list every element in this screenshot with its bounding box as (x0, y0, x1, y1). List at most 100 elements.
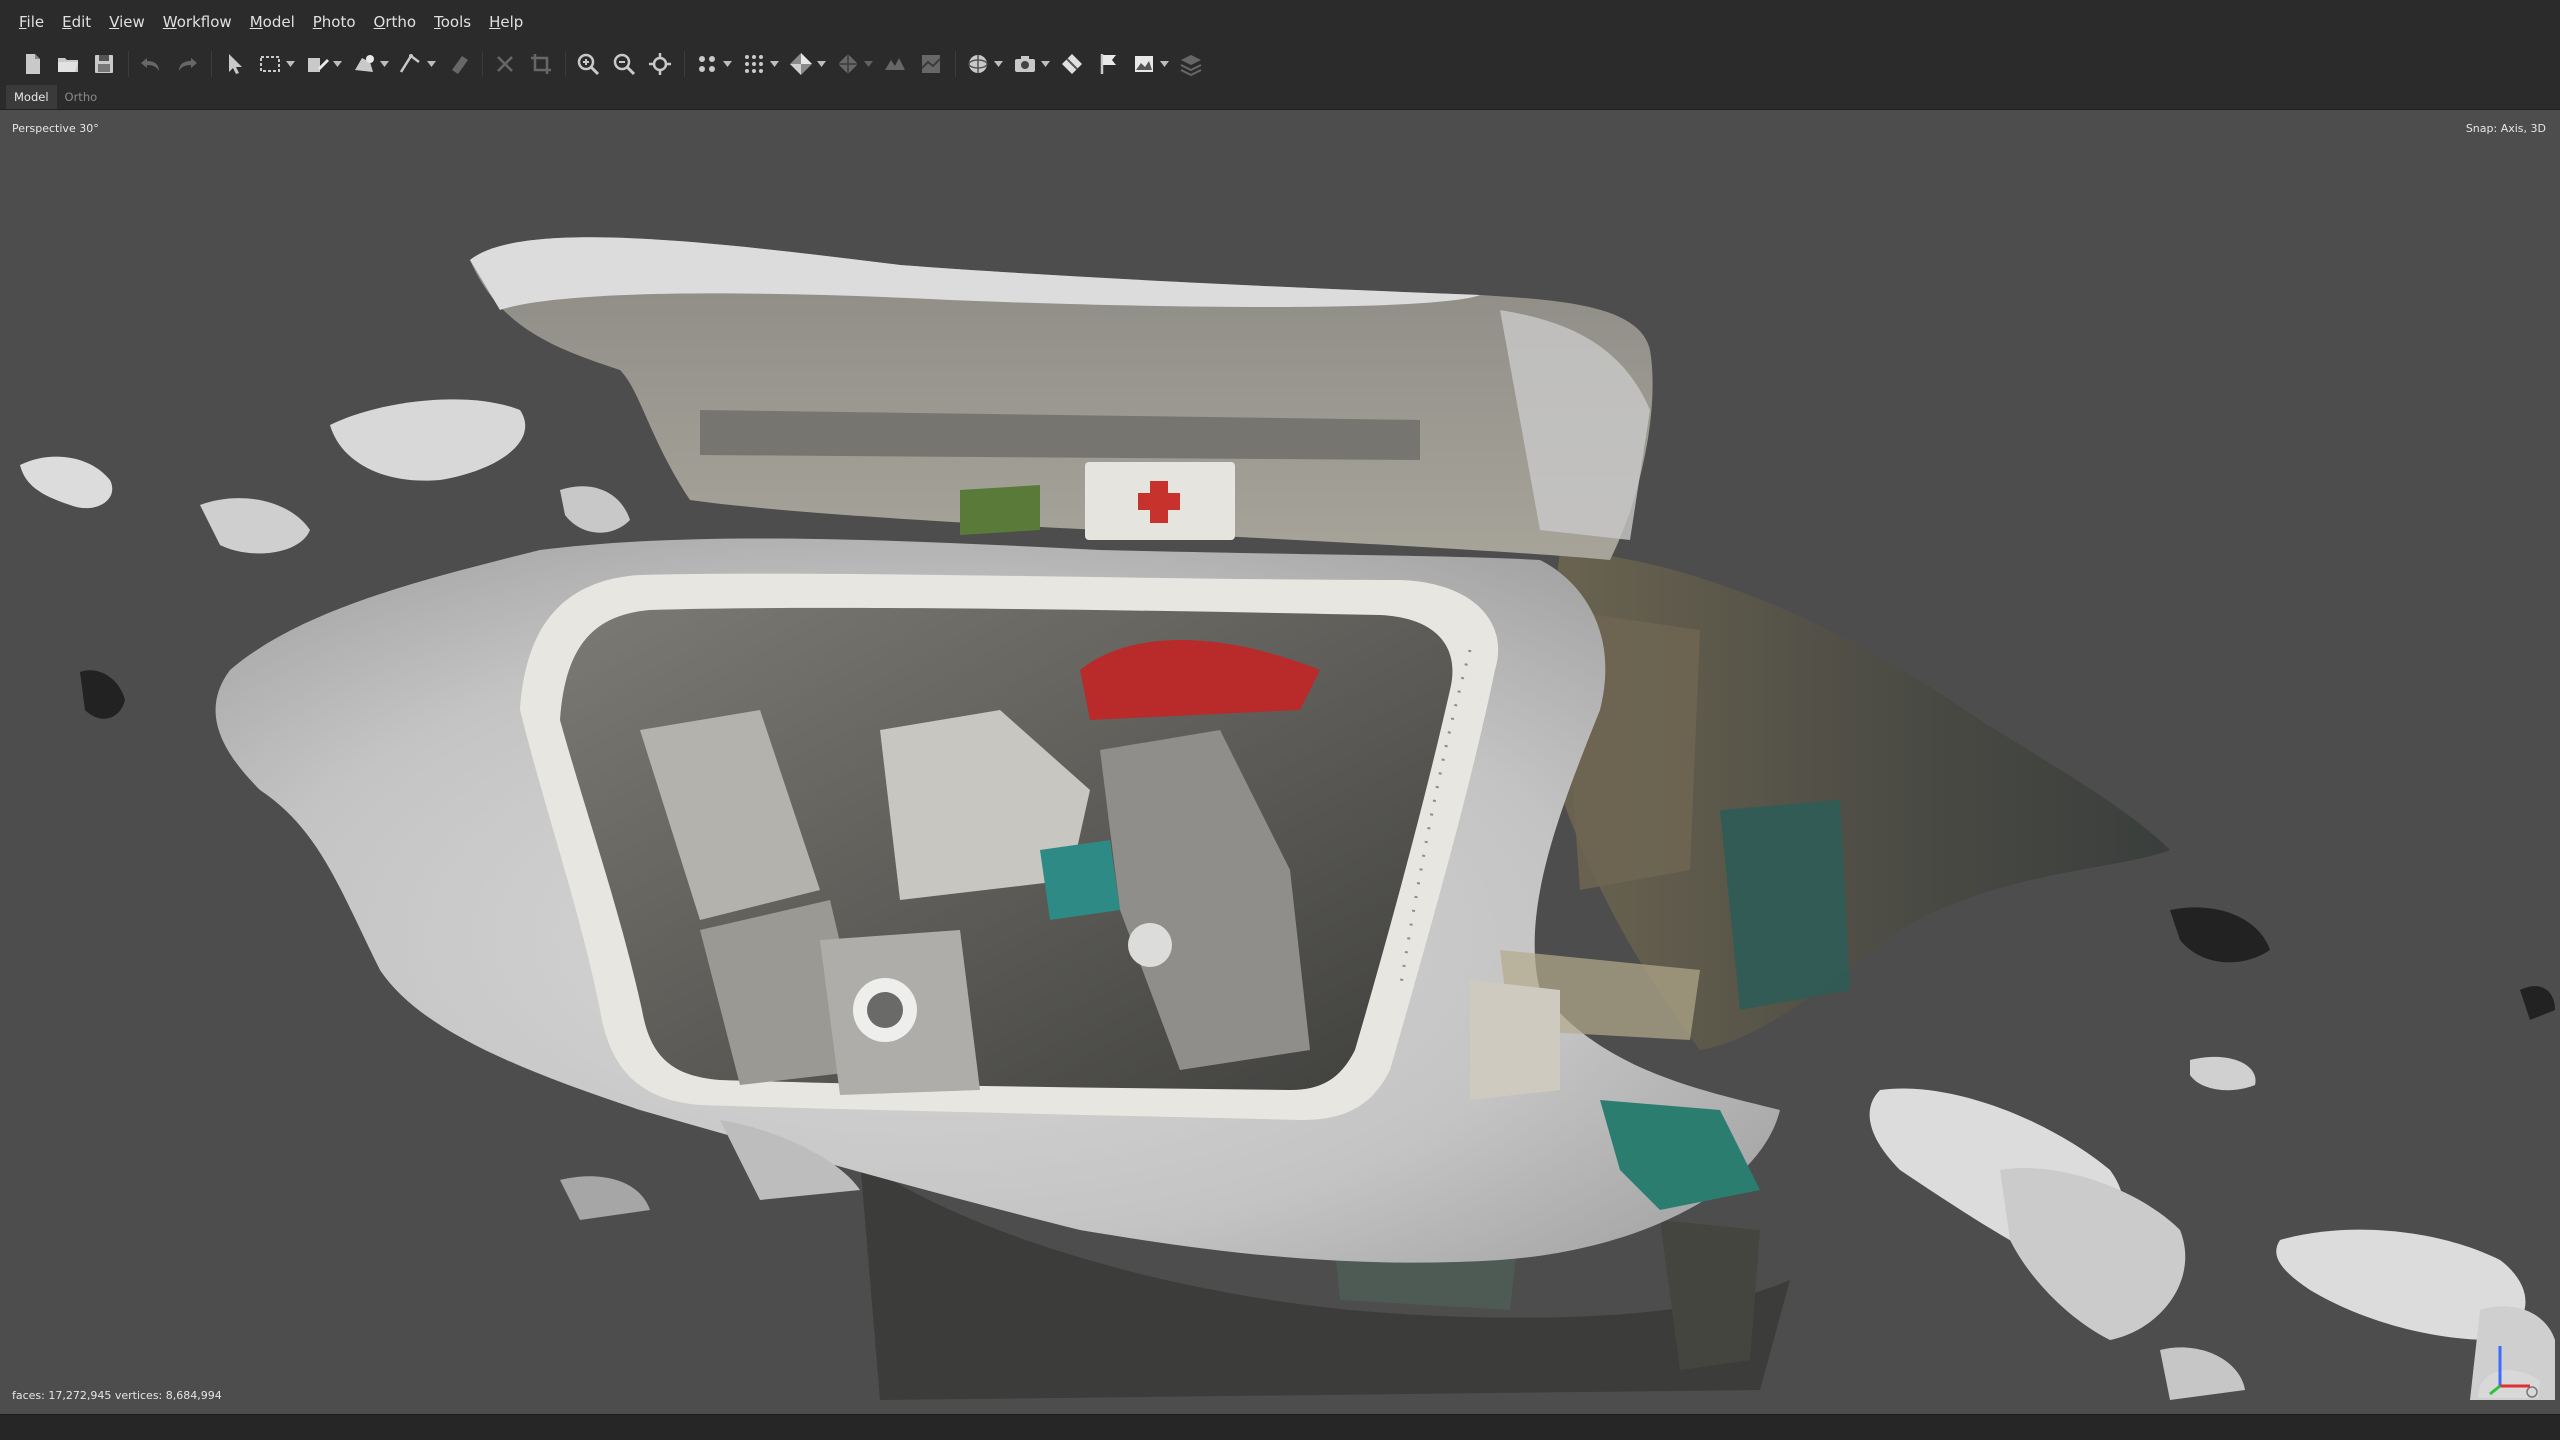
axis-gizmo-icon[interactable] (2460, 1326, 2550, 1406)
chevron-down-icon[interactable] (994, 61, 1003, 67)
menu-label: orkflow (176, 13, 232, 31)
menu-label: odel (262, 13, 295, 31)
markers-flag-button[interactable] (1094, 48, 1122, 80)
save-button[interactable] (90, 48, 118, 80)
dem-icon (885, 58, 905, 70)
model-shaded-icon (790, 53, 812, 75)
layers-icon (1180, 55, 1202, 77)
region-sphere-icon (968, 55, 988, 73)
menu-label: iew (119, 13, 145, 31)
open-folder-button[interactable] (54, 48, 82, 80)
chevron-down-icon[interactable] (427, 61, 436, 67)
camera-button[interactable] (1011, 48, 1050, 80)
tiled-model-button[interactable] (834, 48, 873, 80)
crop-selection-button[interactable] (527, 48, 555, 80)
model-viewport[interactable]: Perspective 30° Snap: Axis, 3D faces: 17… (0, 110, 2560, 1414)
menu-accelerator: T (434, 13, 441, 31)
menu-view[interactable]: View (100, 0, 154, 44)
region-shapes-icon (355, 55, 374, 72)
ruler-icon (399, 54, 420, 73)
chevron-down-icon[interactable] (864, 61, 873, 67)
chevron-down-icon[interactable] (380, 61, 389, 67)
tab-ortho[interactable]: Ortho (57, 85, 106, 109)
mesh-render[interactable] (0, 110, 2560, 1414)
chevron-down-icon[interactable] (817, 61, 826, 67)
save-icon (95, 55, 113, 73)
menu-label: elp (500, 13, 524, 31)
new-document-button[interactable] (18, 48, 46, 80)
menu-file[interactable]: File (10, 0, 53, 44)
menu-help[interactable]: Help (480, 0, 532, 44)
menu-label: dit (71, 13, 92, 31)
dem-button[interactable] (881, 48, 909, 80)
rectangle-selection-icon (260, 56, 280, 72)
open-folder-icon (58, 58, 78, 72)
view-tabs: Model Ortho (0, 84, 2560, 110)
delete-selection-icon (497, 56, 513, 72)
shapes-button[interactable] (1058, 48, 1086, 80)
toolbar-separator (565, 51, 566, 77)
reset-view-icon (649, 53, 671, 75)
chevron-down-icon[interactable] (770, 61, 779, 67)
menu-model[interactable]: Model (241, 0, 304, 44)
orthomosaic-button[interactable] (917, 48, 945, 80)
delete-selection-button[interactable] (491, 48, 519, 80)
redo-icon (179, 58, 197, 71)
rectangle-selection-button[interactable] (256, 48, 295, 80)
draw-polygon-button[interactable] (303, 48, 342, 80)
menu-accelerator: P (312, 13, 322, 31)
menu-label: hoto (321, 13, 356, 31)
region-sphere-button[interactable] (964, 48, 1003, 80)
reset-view-button[interactable] (646, 48, 674, 80)
chevron-down-icon[interactable] (1041, 61, 1050, 67)
toolbar-separator (211, 51, 212, 77)
menu-accelerator: V (109, 13, 120, 31)
layers-button[interactable] (1177, 48, 1205, 80)
image-toggle-button[interactable] (1130, 48, 1169, 80)
chevron-down-icon[interactable] (333, 61, 342, 67)
menu-tools[interactable]: Tools (425, 0, 480, 44)
undo-button[interactable] (137, 48, 165, 80)
menu-edit[interactable]: Edit (53, 0, 100, 44)
dense-cloud-icon (745, 55, 763, 73)
undo-icon (141, 58, 159, 71)
projection-label: Perspective 30° (12, 122, 99, 135)
ruler-button[interactable] (397, 48, 436, 80)
menu-photo[interactable]: Photo (304, 0, 365, 44)
canopy-mesh (470, 237, 1653, 560)
app-window: File Edit View Workflow Model Photo Ortho Tools… (0, 0, 2560, 1440)
menu-accelerator: F (19, 13, 27, 31)
model-stats-label: faces: 17,272,945 vertices: 8,684,994 (12, 1389, 222, 1402)
camera-icon (1015, 56, 1035, 72)
navigation-cursor-icon (229, 54, 242, 74)
toolbar-separator (128, 51, 129, 77)
navigation-cursor-button[interactable] (220, 48, 248, 80)
orthomosaic-icon (921, 55, 941, 73)
menu-workflow[interactable]: Workflow (154, 0, 241, 44)
zoom-in-button[interactable] (574, 48, 602, 80)
fuselage-mesh (215, 538, 1781, 1263)
menu-label: rtho (385, 13, 417, 31)
zoom-out-button[interactable] (610, 48, 638, 80)
region-shapes-button[interactable] (350, 48, 389, 80)
snap-mode-label: Snap: Axis, 3D (2465, 122, 2546, 135)
menu-label: ools (440, 13, 472, 31)
menu-accelerator: M (249, 13, 263, 31)
draw-polygon-icon (308, 58, 329, 72)
chevron-down-icon[interactable] (1160, 61, 1169, 67)
zoom-out-icon (613, 53, 636, 76)
chevron-down-icon[interactable] (286, 61, 295, 67)
menu-ortho[interactable]: Ortho (365, 0, 426, 44)
toolbar-separator (482, 51, 483, 77)
point-cloud-button[interactable] (693, 48, 732, 80)
tab-model[interactable]: Model (6, 85, 57, 109)
redo-button[interactable] (173, 48, 201, 80)
menu-bar: File Edit View Workflow Model Photo Ortho Tools… (0, 0, 2560, 44)
markers-flag-icon (1100, 54, 1116, 74)
chevron-down-icon[interactable] (723, 61, 732, 67)
model-shaded-button[interactable] (787, 48, 826, 80)
eraser-button[interactable] (444, 48, 472, 80)
eraser-icon (452, 56, 468, 74)
toolbar-separator (684, 51, 685, 77)
dense-cloud-button[interactable] (740, 48, 779, 80)
